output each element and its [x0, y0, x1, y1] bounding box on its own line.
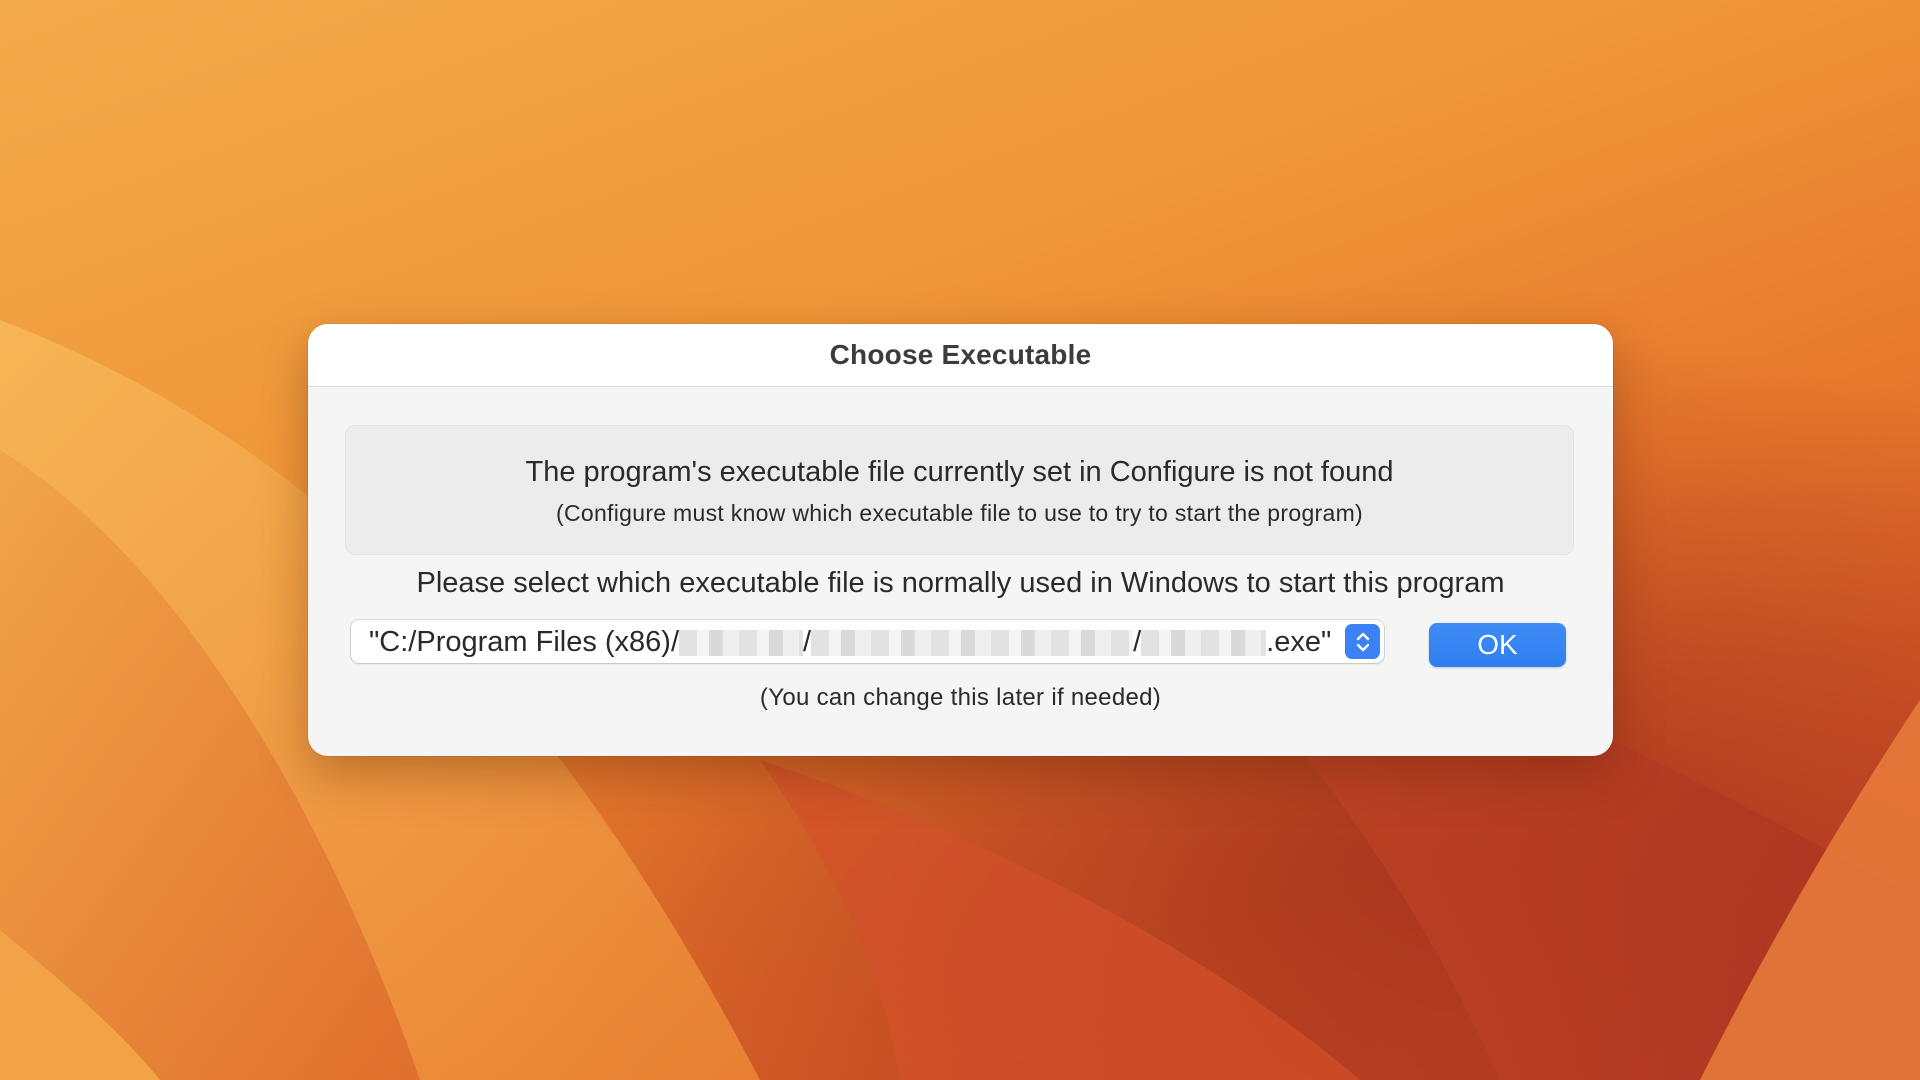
dialog-titlebar: Choose Executable: [308, 324, 1613, 387]
instruction-text: Please select which executable file is n…: [416, 567, 1505, 599]
ok-button[interactable]: OK: [1429, 623, 1566, 667]
path-text: "C:/Program Files (x86)/ / / .exe": [369, 626, 1331, 659]
choose-executable-dialog: Choose Executable The program's executab…: [308, 324, 1613, 756]
message-sub: (Configure must know which executable fi…: [555, 500, 1364, 526]
path-suffix: .exe": [1266, 626, 1332, 658]
path-separator: /: [803, 626, 812, 658]
dialog-title: Choose Executable: [829, 339, 1092, 370]
message-box: The program's executable file currently …: [345, 425, 1574, 555]
path-separator: /: [1133, 626, 1142, 658]
executable-path-select[interactable]: "C:/Program Files (x86)/ / / .exe": [351, 620, 1384, 663]
chevron-up-down-icon[interactable]: [1345, 624, 1380, 659]
path-prefix: "C:/Program Files (x86)/: [369, 626, 680, 658]
hint-text: (You can change this later if needed): [759, 684, 1162, 711]
desktop: Choose Executable The program's executab…: [0, 0, 1920, 1080]
redacted-segment: [1141, 629, 1267, 656]
redacted-segment: [811, 629, 1134, 656]
redacted-segment: [679, 629, 804, 656]
message-main: The program's executable file currently …: [525, 456, 1394, 488]
